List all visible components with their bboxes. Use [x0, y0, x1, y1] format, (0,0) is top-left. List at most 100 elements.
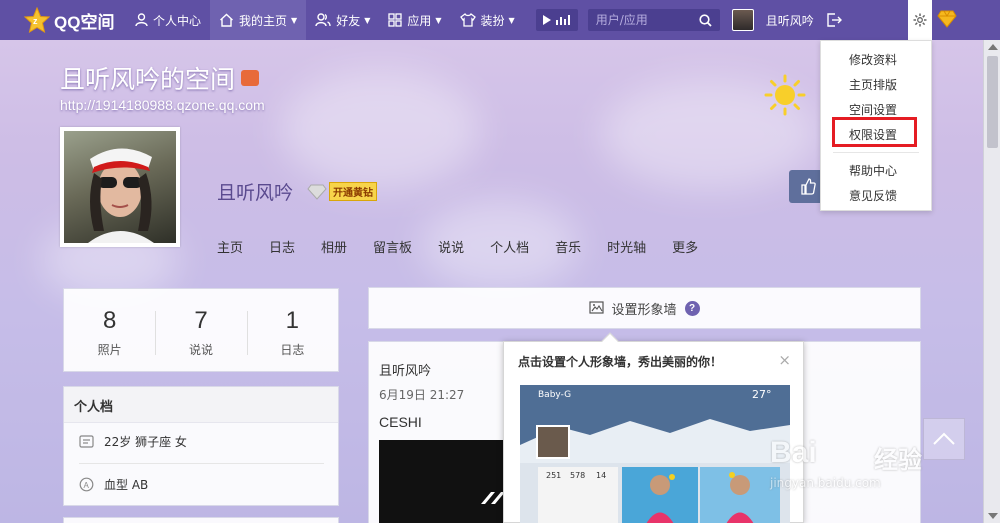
shirt-icon [459, 13, 476, 27]
nav-label: 应用 [407, 13, 432, 28]
space-url[interactable]: http://1914180988.qzone.qq.com [60, 97, 265, 113]
feed-photo[interactable] [379, 440, 509, 523]
feed-author[interactable]: 且听风吟 [379, 360, 431, 379]
menu-item-space-settings[interactable]: 空间设置 [849, 101, 897, 118]
nickname-text[interactable]: 且听风吟 [217, 178, 293, 205]
yellow-diamond-icon[interactable] [937, 10, 957, 28]
chevron-down-icon: ▼ [364, 15, 371, 25]
space-title-text: 且听风吟的空间 [60, 65, 236, 94]
tooltip-title: 点击设置个人形象墙，秀出美丽的你！ [518, 355, 723, 369]
back-to-top-button[interactable] [923, 418, 965, 460]
nav-label: 个人中心 [153, 13, 202, 28]
profile-photo [64, 131, 176, 243]
menu-item-homepage-layout[interactable]: 主页排版 [849, 76, 897, 93]
username[interactable]: 且听风吟 [766, 12, 814, 29]
chevron-down-icon: ▼ [435, 15, 442, 25]
search-input[interactable] [595, 13, 692, 27]
apps-grid-icon [388, 13, 403, 27]
profile-divider [79, 463, 324, 464]
open-yellow-diamond-badge[interactable]: 开通黄钻 [329, 182, 378, 201]
nav-label: 我的主页 [239, 13, 288, 28]
logo-text: QQ空间 [54, 12, 115, 32]
gear-icon [913, 13, 927, 27]
space-title[interactable]: 且听风吟的空间 [60, 60, 260, 96]
settings-gear-button[interactable] [908, 0, 932, 40]
image-wall-setup[interactable]: 设置形象墙 ? [368, 287, 921, 329]
tab-music[interactable]: 音乐 [555, 237, 581, 256]
profile-basic-info: 22岁 狮子座 女 [79, 433, 187, 450]
chevron-up-icon [933, 432, 955, 445]
chevron-down-icon: ▼ [291, 15, 298, 25]
tab-message-board[interactable]: 留言板 [373, 237, 412, 256]
tab-profile[interactable]: 个人档 [490, 237, 529, 256]
friends-icon [315, 13, 331, 27]
highlight-box [832, 117, 917, 147]
stat-value: 7 [194, 307, 208, 334]
profile-info-text: 22岁 狮子座 女 [104, 435, 187, 449]
tab-album[interactable]: 相册 [321, 237, 347, 256]
qzone-logo[interactable]: z QQ空间 [0, 0, 126, 40]
close-icon[interactable]: × [778, 351, 791, 369]
stat-label: 日志 [280, 343, 305, 357]
id-card-icon [79, 435, 94, 448]
stat-status[interactable]: 7 说说 [155, 289, 246, 371]
user-menu[interactable]: 且听风吟 [731, 9, 814, 31]
tooltip-arrow [601, 332, 619, 350]
preview-stat: 14 [596, 471, 607, 480]
tab-home[interactable]: 主页 [217, 237, 243, 256]
music-player-button[interactable] [535, 9, 578, 31]
next-panel-edge [63, 517, 339, 523]
scroll-down-arrow[interactable] [988, 513, 998, 519]
tab-more[interactable]: 更多 [672, 237, 698, 256]
menu-item-edit-profile[interactable]: 修改资料 [849, 51, 897, 68]
menu-item-help-center[interactable]: 帮助中心 [849, 162, 897, 179]
profile-blood-type: A 血型 AB [79, 476, 148, 493]
menu-divider [833, 152, 919, 153]
star-logo-icon: z [24, 7, 50, 33]
nav-friends[interactable]: 好友 ▼ [306, 0, 379, 40]
vertical-scrollbar[interactable] [983, 40, 1000, 523]
scroll-thumb[interactable] [987, 56, 998, 148]
profile-avatar[interactable] [60, 127, 180, 247]
profile-panel-title: 个人档 [64, 387, 338, 423]
stat-label: 照片 [97, 343, 122, 357]
help-question-icon[interactable]: ? [684, 300, 700, 316]
feed-timestamp: 6月19日 21:27 [379, 388, 465, 402]
nav-label: 好友 [336, 13, 361, 28]
stat-blogs[interactable]: 1 日志 [246, 289, 338, 371]
search-box [587, 9, 720, 31]
avatar[interactable] [731, 9, 754, 31]
nav-label: 装扮 [480, 13, 505, 28]
profile-nickname: 且听风吟 开通黄钻 [217, 178, 378, 205]
svg-text:z: z [33, 16, 38, 26]
stat-label: 说说 [188, 343, 213, 357]
diamond-icon[interactable] [307, 184, 327, 200]
blood-drop-icon: A [79, 477, 94, 492]
logout-icon[interactable] [824, 13, 844, 27]
tab-status[interactable]: 说说 [438, 237, 464, 256]
image-wall-preview[interactable]: Baby-G 27° 251 578 14 [520, 385, 790, 523]
gift-icon[interactable] [241, 70, 260, 86]
image-wall-tooltip: 点击设置个人形象墙，秀出美丽的你！ × Baby-G 27° 251 578 1… [503, 332, 804, 523]
stats-panel: 8 照片 7 说说 1 日志 [63, 288, 339, 372]
nav-my-homepage[interactable]: 我的主页 ▼ [210, 0, 307, 40]
search-icon[interactable] [699, 13, 712, 27]
scroll-up-arrow[interactable] [988, 44, 998, 50]
play-icon [543, 15, 552, 25]
equalizer-icon [556, 15, 571, 25]
nav-decorate[interactable]: 装扮 ▼ [451, 0, 524, 40]
stat-value: 8 [102, 307, 117, 334]
menu-item-feedback[interactable]: 意见反馈 [849, 187, 897, 204]
home-icon [220, 13, 233, 27]
tab-timeline[interactable]: 时光轴 [607, 237, 646, 256]
picture-icon [589, 301, 605, 314]
nav-apps[interactable]: 应用 ▼ [379, 0, 450, 40]
preview-name: Baby-G [538, 390, 572, 400]
top-navigation-bar: z QQ空间 个人中心 我的主页 ▼ 好友 ▼ 应用 ▼ 装扮 ▼ 且听风吟 [0, 0, 1000, 40]
chevron-down-icon: ▼ [508, 15, 515, 25]
weather-sun-icon [764, 74, 806, 116]
nav-personal-center[interactable]: 个人中心 [126, 0, 210, 40]
stat-photos[interactable]: 8 照片 [64, 289, 155, 371]
tab-blog[interactable]: 日志 [269, 237, 295, 256]
image-wall-label: 设置形象墙 [611, 302, 677, 318]
